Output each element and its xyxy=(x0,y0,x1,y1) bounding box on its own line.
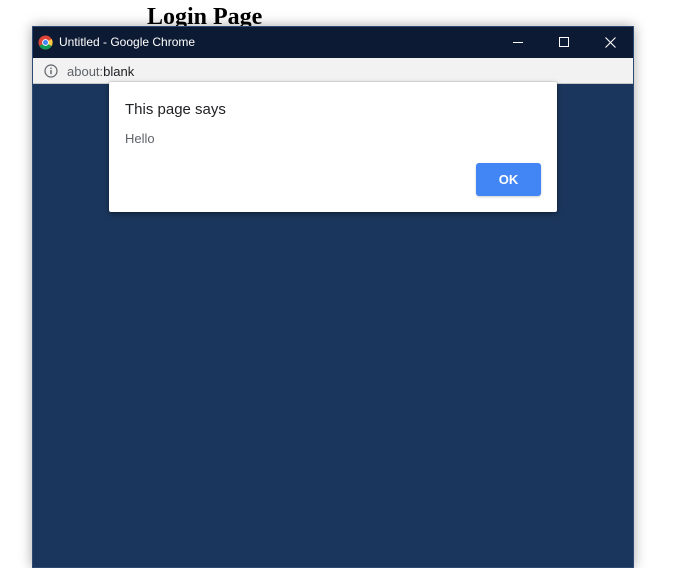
close-button[interactable] xyxy=(587,27,633,57)
url-scheme: about: xyxy=(67,64,104,79)
close-icon xyxy=(604,36,616,48)
ok-button[interactable]: OK xyxy=(476,163,541,196)
title-bar[interactable]: Untitled - Google Chrome xyxy=(33,27,633,58)
url-path: blank xyxy=(103,64,135,79)
window-title: Untitled - Google Chrome xyxy=(59,35,196,49)
dialog-title: This page says xyxy=(125,101,226,118)
info-icon[interactable] xyxy=(44,64,58,78)
minimize-icon xyxy=(513,37,523,47)
maximize-icon xyxy=(559,37,569,47)
chrome-logo-icon xyxy=(38,35,53,50)
dialog-message: Hello xyxy=(125,131,155,146)
url-text[interactable]: about:blank xyxy=(67,64,134,79)
address-bar[interactable]: about:blank xyxy=(33,58,633,84)
maximize-button[interactable] xyxy=(541,27,587,57)
alert-dialog: This page says Hello OK xyxy=(109,82,557,212)
minimize-button[interactable] xyxy=(495,27,541,57)
